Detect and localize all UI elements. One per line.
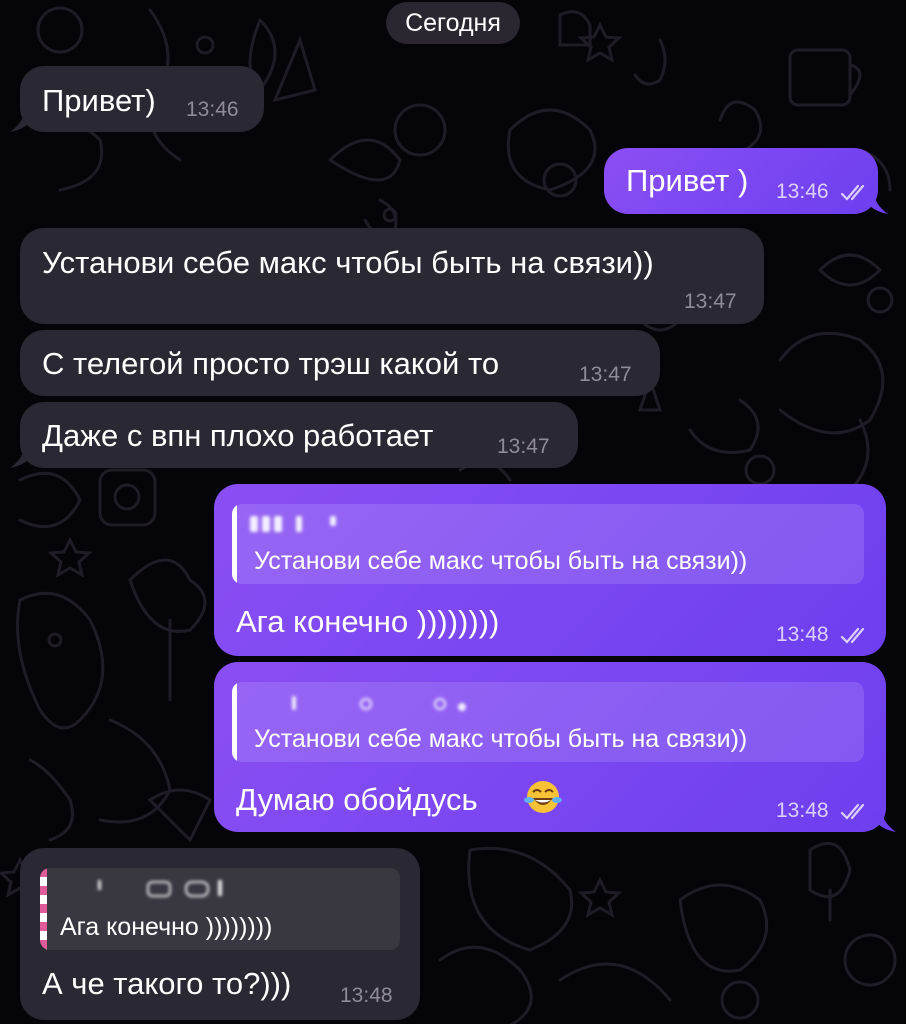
message-bubble-incoming[interactable]: Даже с впн плохо работает 13:47 — [10, 402, 578, 468]
message-text: Думаю обойдусь — [236, 782, 478, 817]
reply-quote[interactable]: Ага конечно )))))))) — [40, 868, 400, 950]
reply-quote[interactable]: Установи себе макс чтобы быть на связи)) — [232, 504, 864, 584]
face-with-tears-of-joy-emoji — [524, 781, 562, 813]
reply-quote-text: Установи себе макс чтобы быть на связи)) — [254, 725, 748, 753]
message-time: 13:47 — [684, 290, 737, 313]
message-text: С телегой просто трэш какой то — [42, 346, 500, 381]
bubble-tail — [10, 446, 36, 468]
message-time: 13:47 — [579, 363, 632, 386]
double-check-icon — [840, 184, 865, 201]
double-check-icon — [840, 803, 865, 820]
message-time: 13:47 — [497, 435, 550, 458]
bubble-tail — [870, 810, 896, 832]
message-bubble-incoming[interactable]: С телегой просто трэш какой то 13:47 — [20, 330, 660, 396]
message-bubble-outgoing[interactable]: Установи себе макс чтобы быть на связи))… — [214, 484, 886, 656]
message-text: Даже с впн плохо работает — [42, 418, 434, 453]
reply-author-blurred — [250, 516, 336, 532]
reply-author-blurred — [292, 696, 466, 711]
message-time: 13:46 — [776, 180, 829, 203]
reply-accent-bar — [232, 682, 237, 762]
message-time: 13:48 — [340, 984, 393, 1007]
message-text: Привет ) — [626, 163, 749, 198]
message-bubble-incoming[interactable]: Привет) 13:46 — [10, 66, 264, 132]
message-bubble-outgoing[interactable]: Привет ) 13:46 — [604, 148, 888, 214]
message-text: Установи себе макс чтобы быть на связи)) — [42, 245, 654, 280]
message-time: 13:46 — [186, 98, 239, 121]
bubble-tail — [10, 110, 36, 132]
reply-accent-bar — [40, 868, 47, 950]
reply-quote-text: Ага конечно )))))))) — [60, 913, 273, 941]
message-bubble-incoming[interactable]: Установи себе макс чтобы быть на связи))… — [20, 228, 764, 324]
reply-quote[interactable]: Установи себе макс чтобы быть на связи)) — [232, 682, 864, 762]
message-text: А че такого то?))) — [42, 966, 292, 1001]
double-check-icon — [840, 627, 865, 644]
message-bubble-incoming[interactable]: Ага конечно )))))))) А че такого то?))) … — [20, 848, 420, 1020]
message-time: 13:48 — [776, 799, 829, 822]
reply-author-blurred — [98, 880, 222, 897]
message-text: Привет) — [42, 83, 156, 118]
reply-accent-bar — [232, 504, 237, 584]
date-separator: Сегодня — [386, 2, 520, 44]
message-time: 13:48 — [776, 623, 829, 646]
message-text: Ага конечно )))))))) — [236, 604, 500, 639]
reply-quote-text: Установи себе макс чтобы быть на связи)) — [254, 547, 748, 575]
message-bubble-outgoing[interactable]: Установи себе макс чтобы быть на связи))… — [214, 662, 896, 832]
